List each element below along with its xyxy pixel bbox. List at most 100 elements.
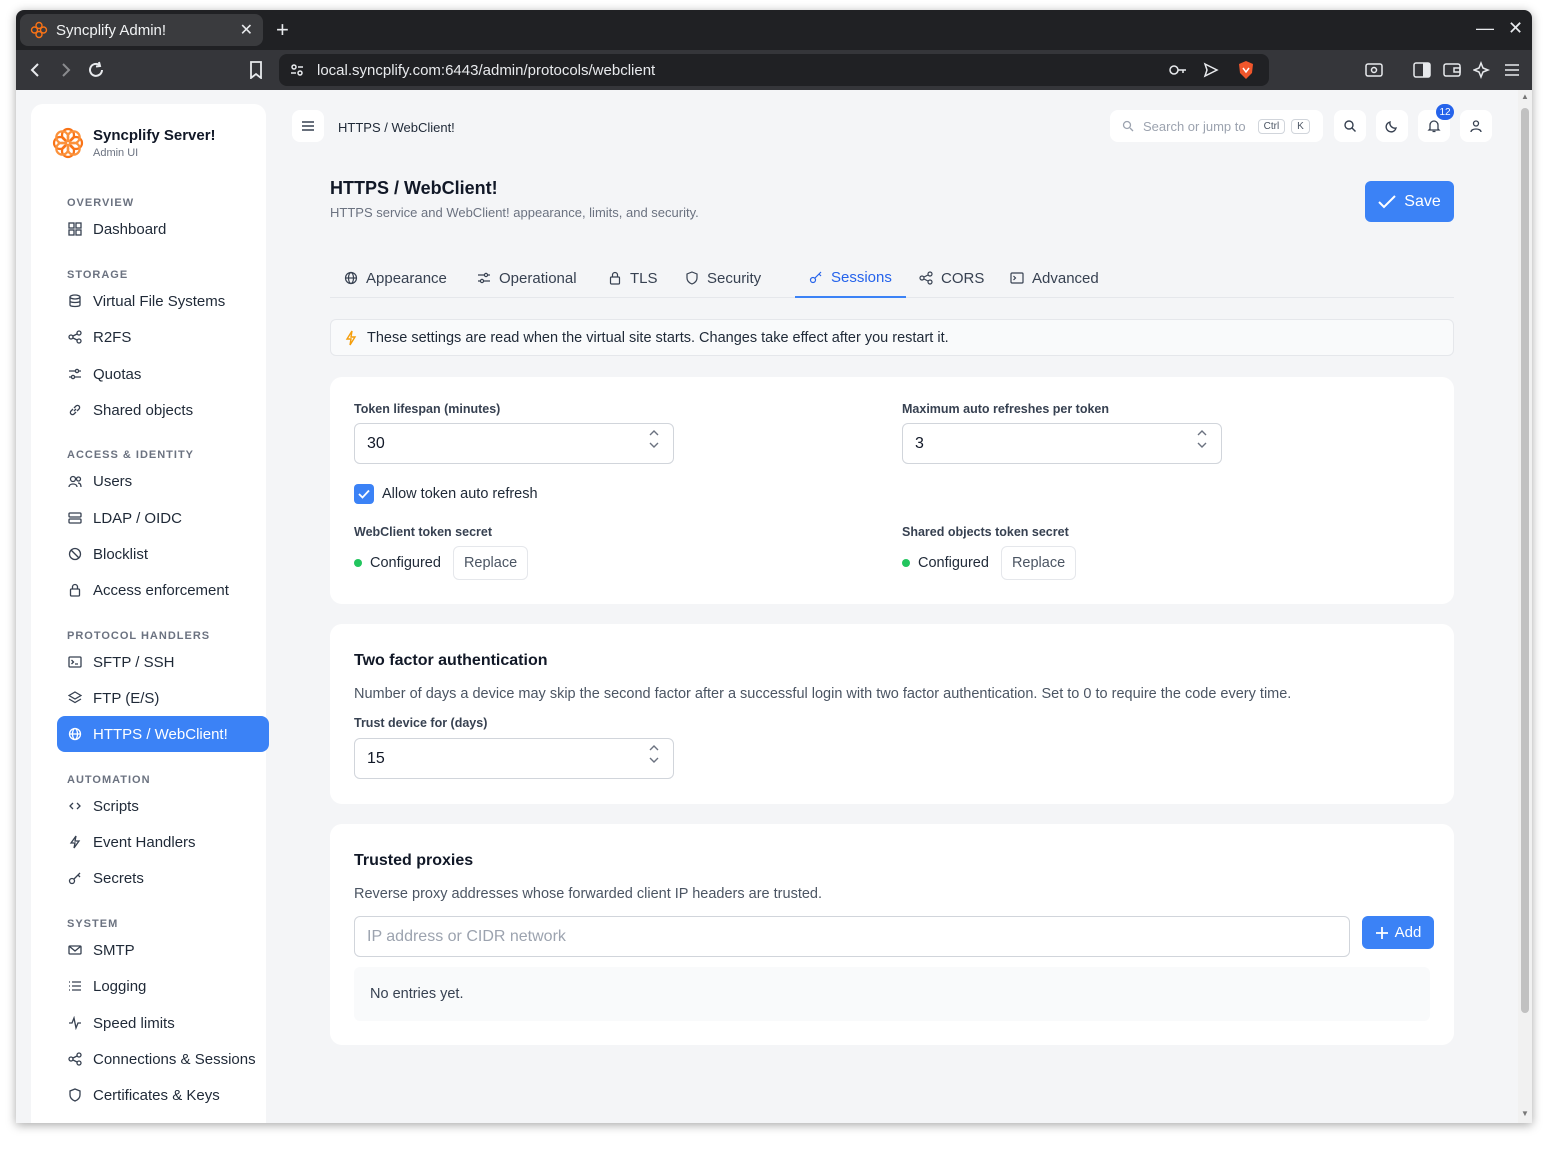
shield-icon xyxy=(67,1087,83,1103)
proxy-address-input[interactable]: IP address or CIDR network xyxy=(354,916,1350,957)
sidebar-item-https[interactable]: HTTPS / WebClient! xyxy=(57,716,269,752)
auto-refresh-checkbox[interactable] xyxy=(354,484,374,504)
reload-icon[interactable] xyxy=(84,58,108,82)
sidebar-item-label: Logging xyxy=(93,977,147,995)
auto-refresh-toggle[interactable]: Allow token auto refresh xyxy=(354,484,538,504)
tokens-card: Token lifespan (minutes) 30 Maximum auto… xyxy=(330,377,1454,604)
proxy-list-empty: No entries yet. xyxy=(354,967,1430,1021)
sidebar-item-r2fs[interactable]: R2FS xyxy=(57,319,269,355)
sidebar-item-logging[interactable]: Logging xyxy=(57,968,269,1004)
sidebar-item-scripts[interactable]: Scripts xyxy=(57,788,269,824)
sidebar-item-blocklist[interactable]: Blocklist xyxy=(57,536,269,572)
save-button[interactable]: Save xyxy=(1365,181,1454,222)
activity-icon xyxy=(67,1015,83,1031)
chevron-up-icon[interactable] xyxy=(649,429,659,437)
tab-label: Advanced xyxy=(1032,269,1099,287)
sidebar-item-smtp[interactable]: SMTP xyxy=(57,932,269,968)
two-factor-card: Two factor authentication Number of days… xyxy=(330,624,1454,804)
trust-device-stepper[interactable] xyxy=(649,744,659,764)
sidebar-item-label: Access enforcement xyxy=(93,581,229,599)
forward-icon[interactable] xyxy=(53,58,77,82)
brave-shield-icon[interactable] xyxy=(1237,60,1255,84)
two-factor-title: Two factor authentication xyxy=(354,652,548,669)
browser-toolbar: local.syncplify.com:6443/admin/protocols… xyxy=(16,50,1532,90)
auto-refresh-label: Allow token auto refresh xyxy=(382,486,538,502)
browser-menu-icon[interactable] xyxy=(1500,58,1524,82)
server-icon xyxy=(67,510,83,526)
send-icon[interactable] xyxy=(1203,62,1219,82)
wallet-icon[interactable] xyxy=(1440,58,1464,82)
bookmark-icon[interactable] xyxy=(244,58,268,82)
sidebar-item-vfs[interactable]: Virtual File Systems xyxy=(57,283,269,319)
trust-device-input[interactable]: 15 xyxy=(354,738,674,779)
browser-tab[interactable]: Syncplify Admin! ✕ xyxy=(20,14,263,46)
globe-icon xyxy=(344,271,358,285)
scrollbar-thumb[interactable] xyxy=(1521,108,1529,1013)
sidebar-item-label: Connections & Sessions xyxy=(93,1050,256,1068)
search-input[interactable]: Search or jump to Ctrl K xyxy=(1110,110,1323,142)
users-icon xyxy=(67,473,83,489)
sidebar-item-certificates[interactable]: Certificates & Keys xyxy=(57,1077,269,1113)
add-proxy-button[interactable]: Add xyxy=(1362,916,1434,949)
tab-tls[interactable]: TLS xyxy=(594,258,672,298)
tab-security[interactable]: Security xyxy=(671,258,775,298)
sidebar-item-connections[interactable]: Connections & Sessions xyxy=(57,1041,269,1077)
minimize-icon[interactable]: — xyxy=(1476,18,1494,39)
token-lifespan-input[interactable]: 30 xyxy=(354,423,674,464)
screenshot-icon[interactable] xyxy=(1362,58,1386,82)
menu-toggle-button[interactable] xyxy=(292,110,324,142)
search-icon xyxy=(1122,120,1134,132)
site-settings-icon[interactable] xyxy=(289,62,305,82)
two-factor-description: Number of days a device may skip the sec… xyxy=(354,686,1292,702)
sidebar-item-secrets[interactable]: Secrets xyxy=(57,860,269,896)
tab-sessions[interactable]: Sessions xyxy=(795,258,906,298)
sidebar-item-label: LDAP / OIDC xyxy=(93,509,182,527)
sidebar-item-ftp[interactable]: FTP (E/S) xyxy=(57,680,269,716)
token-lifespan-stepper[interactable] xyxy=(649,429,659,449)
chevron-up-icon[interactable] xyxy=(649,744,659,752)
sidebar-item-users[interactable]: Users xyxy=(57,463,269,499)
sidebar-toggle-icon[interactable] xyxy=(1410,58,1434,82)
chevron-up-icon[interactable] xyxy=(1197,429,1207,437)
new-tab-icon[interactable]: + xyxy=(276,18,289,42)
chevron-down-icon[interactable] xyxy=(649,441,659,449)
ai-sparkle-icon[interactable] xyxy=(1470,58,1494,82)
sidebar-item-quotas[interactable]: Quotas xyxy=(57,356,269,392)
tab-advanced[interactable]: Advanced xyxy=(996,258,1113,298)
sidebar-item-sftp[interactable]: SFTP / SSH xyxy=(57,644,269,680)
max-refresh-stepper[interactable] xyxy=(1197,429,1207,449)
url-text: local.syncplify.com:6443/admin/protocols… xyxy=(317,61,656,79)
user-menu-button[interactable] xyxy=(1460,110,1492,142)
back-icon[interactable] xyxy=(24,58,48,82)
notifications-button[interactable]: 12 xyxy=(1418,104,1454,142)
page-scrollbar[interactable]: ▲ ▼ xyxy=(1518,90,1532,1123)
sidebar-item-shared-objects[interactable]: Shared objects xyxy=(57,392,269,428)
chevron-down-icon[interactable] xyxy=(649,756,659,764)
trust-device-value: 15 xyxy=(367,749,385,767)
tab-operational[interactable]: Operational xyxy=(463,258,591,298)
close-tab-icon[interactable]: ✕ xyxy=(240,20,253,40)
replace-webclient-secret-button[interactable]: Replace xyxy=(452,546,529,580)
key-icon xyxy=(67,870,83,886)
sidebar-item-dashboard[interactable]: Dashboard xyxy=(57,211,269,247)
sidebar-item-speed-limits[interactable]: Speed limits xyxy=(57,1005,269,1041)
sidebar-item-access-enforcement[interactable]: Access enforcement xyxy=(57,572,269,608)
scroll-up-icon[interactable]: ▲ xyxy=(1521,92,1529,102)
status-dot xyxy=(354,559,362,567)
max-refresh-input[interactable]: 3 xyxy=(902,423,1222,464)
chevron-down-icon[interactable] xyxy=(1197,441,1207,449)
sidebar-item-event-handlers[interactable]: Event Handlers xyxy=(57,824,269,860)
key-icon[interactable] xyxy=(1169,62,1187,82)
empty-text: No entries yet. xyxy=(370,986,464,1002)
search-button[interactable] xyxy=(1334,110,1366,142)
sidebar-item-label: Virtual File Systems xyxy=(93,292,226,310)
close-window-icon[interactable]: ✕ xyxy=(1508,18,1523,39)
scroll-down-icon[interactable]: ▼ xyxy=(1521,1109,1529,1119)
tab-appearance[interactable]: Appearance xyxy=(330,258,461,298)
terminal-icon xyxy=(67,654,83,670)
theme-toggle-button[interactable] xyxy=(1376,110,1408,142)
tab-cors[interactable]: CORS xyxy=(905,258,998,298)
address-bar[interactable]: local.syncplify.com:6443/admin/protocols… xyxy=(279,54,1269,86)
sidebar-item-ldap[interactable]: LDAP / OIDC xyxy=(57,500,269,536)
replace-shared-secret-button[interactable]: Replace xyxy=(1000,546,1077,580)
